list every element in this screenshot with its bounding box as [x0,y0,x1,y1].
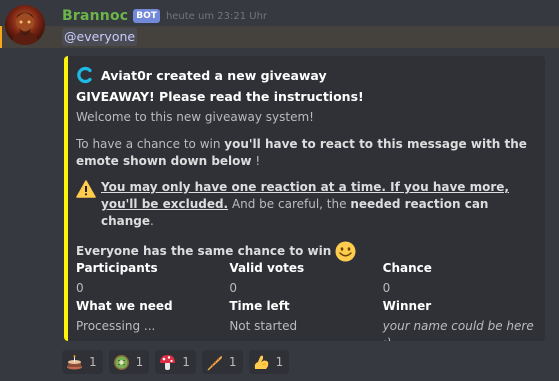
kiwi-icon [113,354,129,370]
instructions-paragraph: To have a chance to win you'll have to r… [76,136,534,170]
message-header: Brannoc BOT heute um 23:21 Uhr [62,6,267,26]
field-value: your name could be here :) [382,319,534,341]
embed-description: Welcome to this new giveaway system! To … [76,109,534,262]
reactions-bar: 1 1 1 1 1 [62,350,295,374]
timestamp: heute um 23:21 Uhr [165,10,268,22]
field-name: Winner [382,299,432,313]
embed-fields: Participants 0 Valid votes 0 Chance 0 Wh… [76,260,536,341]
reaction-count: 1 [89,355,97,369]
reaction-kiwi[interactable]: 1 [108,350,150,374]
field-value: 0 [76,281,84,295]
embed-author-name: Aviat0r created a new giveaway [101,67,327,83]
warning-end: . [150,214,154,228]
field-winner: Winner your name could be here :) [382,298,536,341]
embed-author: Aviat0r created a new giveaway [76,65,327,85]
avatar[interactable] [5,5,45,45]
field-value: 0 [229,281,237,295]
everyone-mention[interactable]: @everyone [62,28,138,46]
warning-icon [76,180,96,198]
author-logo-icon [77,66,92,84]
field-time-left: Time left Not started [229,298,382,336]
reaction-baguette[interactable]: 1 [201,350,243,374]
reaction-flexed-bicep[interactable]: 1 [248,350,290,374]
baguette-icon [207,355,222,370]
field-name: Time left [229,299,290,313]
field-value: Processing ... [76,319,156,333]
cake-icon [67,354,82,369]
field-chance: Chance 0 [383,260,536,298]
field-name: Participants [76,261,158,275]
equal-chance-line: Everyone has the same chance to win [76,241,534,262]
username[interactable]: Brannoc [62,8,128,24]
field-valid-votes: Valid votes 0 [229,260,382,298]
bot-tag: BOT [133,9,160,23]
reaction-cake[interactable]: 1 [62,350,103,374]
smiley-icon [335,241,356,262]
reaction-count: 1 [228,355,237,369]
mushroom-icon [160,354,176,370]
embed: Aviat0r created a new giveaway GIVEAWAY!… [64,56,545,341]
field-row: What we need Processing ... Time left No… [76,298,536,341]
field-name: What we need [76,299,173,313]
reaction-count: 1 [275,355,284,369]
field-name: Valid votes [229,261,305,275]
warning-note: And be careful, the [228,197,351,211]
field-participants: Participants 0 [76,260,229,298]
instructions-text: To have a chance to win [76,137,225,151]
field-value: Not started [229,319,298,333]
reaction-count: 1 [135,355,144,369]
embed-title: GIVEAWAY! Please read the instructions! [76,89,364,104]
welcome-line: Welcome to this new giveaway system! [76,110,314,124]
field-row: Participants 0 Valid votes 0 Chance 0 [76,260,536,298]
warning-paragraph: You may only have one reaction at a time… [76,179,534,230]
reaction-count: 1 [182,355,190,369]
flexed-bicep-icon [254,355,268,369]
field-value: 0 [382,281,391,295]
field-name: Chance [382,261,432,275]
chat-message: Brannoc BOT heute um 23:21 Uhr @everyone… [0,0,559,381]
instructions-end: ! [251,154,261,168]
reaction-mushroom[interactable]: 1 [155,350,196,374]
equal-chance-text: Everyone has the same chance to win [76,244,332,258]
embed-color-stripe [64,56,68,341]
field-what-we-need: What we need Processing ... [76,298,229,336]
